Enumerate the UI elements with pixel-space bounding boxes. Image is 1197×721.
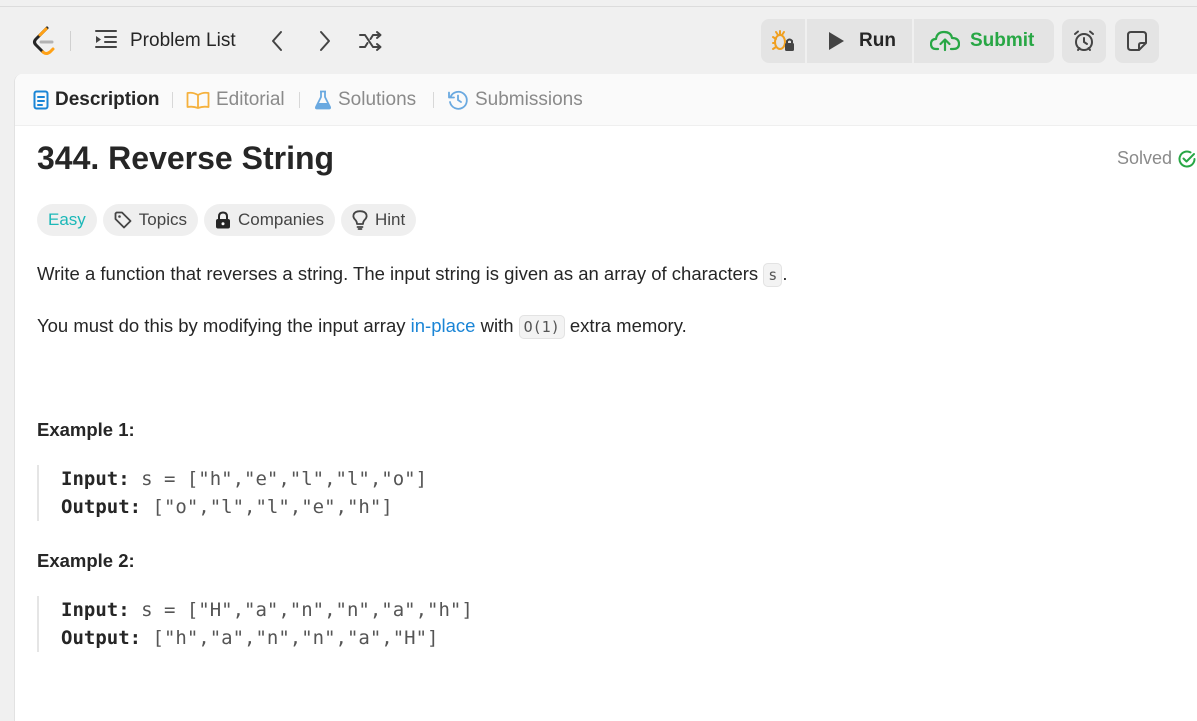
- example-2-block: Input: s = ["H","a","n","n","a","h"] Out…: [37, 596, 473, 652]
- tab-separator: [433, 92, 434, 108]
- tab-description-label: Description: [55, 89, 160, 110]
- tag-icon: [114, 211, 132, 229]
- tab-editorial-label: Editorial: [216, 89, 285, 110]
- p2-before: You must do this by modifying the input …: [37, 315, 411, 336]
- description-panel: Description Editorial Solutions Submissi…: [14, 74, 1197, 721]
- output-value: ["o","l","l","e","h"]: [141, 496, 393, 518]
- run-label: Run: [859, 30, 896, 51]
- tab-solutions-label: Solutions: [338, 89, 417, 110]
- topics-label: Topics: [138, 210, 187, 229]
- run-submit-group: Run Submit: [761, 19, 1054, 63]
- tab-editorial[interactable]: Editorial: [186, 87, 285, 113]
- lightbulb-icon: [352, 210, 368, 230]
- timer-button[interactable]: [1062, 19, 1106, 63]
- topics-chip[interactable]: Topics: [102, 204, 198, 236]
- panel-tabs: Description Editorial Solutions Submissi…: [15, 74, 1197, 126]
- notes-button[interactable]: [1115, 19, 1159, 63]
- bug-lock-icon: [772, 30, 794, 51]
- p2-end: extra memory.: [564, 315, 687, 336]
- input-value: s = ["H","a","n","n","a","h"]: [129, 599, 473, 621]
- solved-label: Solved: [1116, 148, 1172, 168]
- hint-chip[interactable]: Hint: [340, 204, 417, 236]
- example-1-output: Output: ["o","l","l","e","h"]: [61, 493, 427, 521]
- tab-separator: [172, 92, 173, 108]
- tab-submissions[interactable]: Submissions: [447, 87, 583, 113]
- top-bar: Problem List Run Submit: [0, 6, 1197, 75]
- tab-separator: [299, 92, 300, 108]
- header-divider: [70, 31, 71, 51]
- example-2-input: Input: s = ["H","a","n","n","a","h"]: [61, 596, 473, 624]
- output-label: Output:: [61, 496, 142, 518]
- check-circle-icon: [1178, 150, 1196, 167]
- input-label: Input:: [61, 599, 130, 621]
- hint-label: Hint: [374, 210, 406, 229]
- list-icon: [94, 28, 118, 55]
- p1-end: .: [782, 263, 788, 284]
- in-place-link[interactable]: in-place: [411, 315, 476, 336]
- problem-list-label: Problem List: [130, 30, 236, 51]
- difficulty-badge[interactable]: Easy: [37, 204, 97, 236]
- shuffle-icon: [359, 31, 382, 51]
- prev-problem-button[interactable]: [263, 27, 291, 55]
- next-problem-button[interactable]: [311, 27, 339, 55]
- lock-icon: [215, 211, 231, 229]
- description-paragraph-2: You must do this by modifying the input …: [37, 312, 687, 341]
- note-icon: [1127, 31, 1147, 51]
- example-2-heading: Example 2:: [37, 550, 135, 571]
- play-icon: [829, 32, 844, 50]
- inline-code: O(1): [518, 315, 565, 339]
- tab-solutions[interactable]: Solutions: [314, 87, 416, 113]
- output-label: Output:: [61, 627, 142, 649]
- flask-icon: [314, 90, 332, 110]
- history-icon: [448, 90, 468, 110]
- example-2-output: Output: ["h","a","n","n","a","H"]: [61, 624, 473, 652]
- input-value: s = ["h","e","l","l","o"]: [129, 468, 428, 490]
- problem-list-button[interactable]: Problem List: [94, 27, 236, 55]
- debug-button[interactable]: [761, 19, 805, 63]
- example-1-input: Input: s = ["h","e","l","l","o"]: [61, 465, 427, 493]
- book-icon: [186, 91, 210, 109]
- submit-label: Submit: [969, 30, 1035, 51]
- p2-mid: with: [475, 315, 519, 336]
- output-value: ["h","a","n","n","a","H"]: [141, 627, 439, 649]
- tab-submissions-label: Submissions: [475, 89, 583, 110]
- random-problem-button[interactable]: [357, 27, 385, 55]
- example-1-block: Input: s = ["h","e","l","l","o"] Output:…: [37, 465, 427, 521]
- problem-title: 344. Reverse String: [37, 140, 335, 176]
- alarm-clock-icon: [1074, 30, 1094, 51]
- chevron-left-icon: [272, 31, 282, 51]
- leetcode-logo-icon[interactable]: [30, 25, 58, 57]
- cloud-upload-icon: [929, 30, 960, 52]
- run-button[interactable]: Run: [807, 19, 912, 63]
- input-label: Input:: [61, 468, 130, 490]
- submit-button[interactable]: Submit: [914, 19, 1050, 63]
- tab-description[interactable]: Description: [33, 87, 160, 113]
- chevron-right-icon: [320, 31, 330, 51]
- solved-status: Solved: [1117, 148, 1196, 169]
- problem-tags: Easy Topics Companies Hint: [37, 204, 422, 236]
- description-icon: [33, 90, 49, 110]
- example-1-heading: Example 1:: [37, 419, 135, 440]
- p1-text: Write a function that reverses a string.…: [37, 263, 764, 284]
- inline-code: s: [763, 263, 783, 287]
- description-paragraph-1: Write a function that reverses a string.…: [37, 260, 787, 289]
- companies-chip[interactable]: Companies: [203, 204, 335, 236]
- companies-label: Companies: [237, 210, 324, 229]
